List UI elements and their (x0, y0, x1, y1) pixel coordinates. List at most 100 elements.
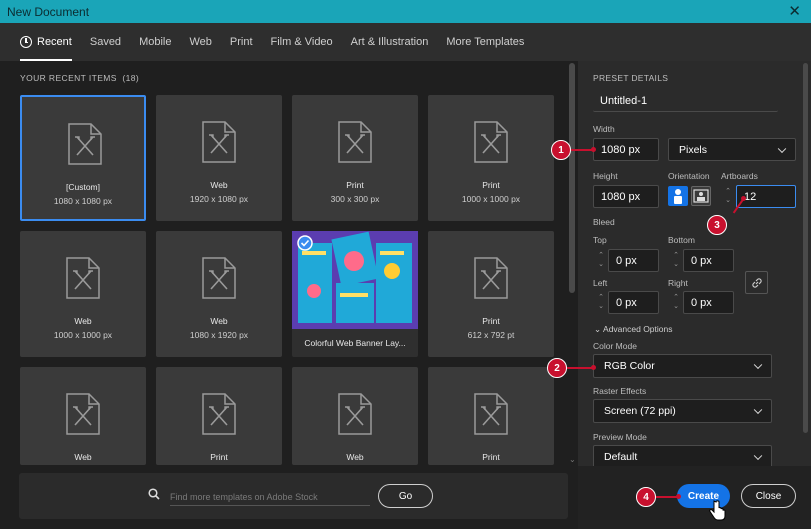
recent-item-tile[interactable]: Web (292, 367, 418, 465)
recent-item-tile[interactable]: Print (428, 367, 554, 465)
search-icon (148, 488, 160, 500)
document-name-field[interactable]: Untitled-1 (593, 90, 778, 112)
height-field[interactable]: 1080 px (593, 185, 659, 208)
document-icon (474, 393, 508, 435)
close-window-icon[interactable]: ✕ (788, 2, 801, 20)
preset-details-heading: PRESET DETAILS (593, 73, 669, 83)
chevron-down-icon: ⌄ (594, 324, 602, 334)
document-icon (68, 123, 102, 165)
preview-mode-label: Preview Mode (593, 432, 647, 442)
annotation-marker-3: 3 (707, 215, 727, 235)
category-tabs: Recent Saved Mobile Web Print Film & Vid… (0, 23, 811, 61)
go-button[interactable]: Go (378, 484, 433, 508)
close-button[interactable]: Close (741, 484, 796, 508)
recent-scrollbar[interactable] (569, 63, 575, 293)
portrait-icon (674, 189, 682, 204)
preset-scrollbar[interactable] (803, 63, 808, 433)
bleed-left-stepper[interactable]: ⌃ ⌄ (594, 293, 608, 311)
marker-3-dot (741, 196, 746, 201)
artboards-stepper[interactable]: ⌃ ⌄ (721, 187, 735, 205)
document-icon (202, 393, 236, 435)
recent-item-tile[interactable]: Web 1080 x 1920 px (156, 231, 282, 357)
recent-item-name: Print (346, 180, 364, 190)
landscape-orientation-button[interactable] (691, 186, 711, 206)
recent-item-tile[interactable]: Web 1920 x 1080 px (156, 95, 282, 221)
advanced-options-toggle[interactable]: ⌄ Advanced Options (594, 324, 673, 335)
annotation-marker-4: 4 (636, 487, 656, 507)
document-icon (338, 121, 372, 163)
tab-film-video[interactable]: Film & Video (271, 23, 333, 61)
bleed-left-label: Left (593, 278, 608, 288)
recent-item-tile[interactable]: Web (20, 367, 146, 465)
height-label: Height (593, 171, 618, 181)
recent-item-name: Print (210, 452, 228, 462)
chevron-down-icon (753, 360, 763, 370)
recent-item-name: Print (482, 180, 500, 190)
bleed-top-label: Top (593, 235, 607, 245)
bleed-top-stepper[interactable]: ⌃ ⌄ (594, 251, 608, 269)
recent-item-tile[interactable]: [Custom] 1080 x 1080 px (20, 95, 146, 221)
tab-mobile[interactable]: Mobile (139, 23, 171, 61)
template-search-input[interactable] (170, 488, 370, 506)
unit-dropdown[interactable]: Pixels (668, 138, 796, 161)
chevron-down-icon (753, 451, 763, 461)
recent-item-size: 1000 x 1000 px (461, 194, 521, 204)
tab-more-templates[interactable]: More Templates (446, 23, 524, 61)
annotation-marker-2: 2 (547, 358, 567, 378)
recent-item-tile[interactable]: Print 300 x 300 px (292, 95, 418, 221)
bleed-bottom-field[interactable]: 0 px (683, 249, 734, 272)
bleed-right-stepper[interactable]: ⌃ ⌄ (669, 293, 683, 311)
recent-item-size: 1080 x 1080 px (53, 196, 113, 206)
recent-item-size: 1000 x 1000 px (53, 330, 113, 340)
tab-saved[interactable]: Saved (90, 23, 121, 61)
tab-recent[interactable]: Recent (20, 23, 72, 61)
recent-item-tile[interactable]: Print 1000 x 1000 px (428, 95, 554, 221)
marker-2-dot (591, 364, 596, 370)
marker-4-dot (676, 493, 681, 499)
document-icon (474, 121, 508, 163)
bleed-left-field[interactable]: 0 px (608, 291, 659, 314)
recent-item-size: 612 x 792 pt (467, 330, 515, 340)
link-bleed-button[interactable] (745, 271, 768, 294)
recent-item-name: Web (210, 180, 228, 190)
scroll-down-icon[interactable]: ⌄ (569, 455, 576, 464)
tab-print[interactable]: Print (230, 23, 253, 61)
recent-item-tile[interactable]: Print 612 x 792 pt (428, 231, 554, 357)
chevron-down-icon (777, 144, 787, 153)
document-icon (202, 121, 236, 163)
bleed-label: Bleed (593, 217, 615, 227)
artboards-label: Artboards (721, 171, 758, 181)
landscape-icon (693, 189, 709, 203)
recent-item-name: [Custom] (65, 182, 100, 192)
document-icon (474, 257, 508, 299)
recent-item-tile[interactable]: Colorful Web Banner Lay... (292, 231, 418, 357)
link-icon (751, 277, 762, 288)
raster-effects-label: Raster Effects (593, 386, 647, 396)
document-icon (202, 257, 236, 299)
recent-item-tile[interactable]: Print (156, 367, 282, 465)
template-thumbnail (292, 231, 418, 329)
portrait-orientation-button[interactable] (668, 186, 688, 206)
bleed-bottom-stepper[interactable]: ⌃ ⌄ (669, 251, 683, 269)
raster-effects-dropdown[interactable]: Screen (72 ppi) (593, 399, 772, 423)
bleed-top-field[interactable]: 0 px (608, 249, 659, 272)
title-bar: New Document ✕ (0, 0, 811, 23)
recent-item-tile[interactable]: Web 1000 x 1000 px (20, 231, 146, 357)
recent-item-name: Web (346, 452, 364, 462)
chevron-down-icon (753, 405, 763, 415)
document-icon (66, 257, 100, 299)
bleed-right-field[interactable]: 0 px (683, 291, 734, 314)
recent-item-size: 1080 x 1920 px (189, 330, 249, 340)
color-mode-dropdown[interactable]: RGB Color (593, 354, 772, 378)
recent-items-heading: YOUR RECENT ITEMS (18) (20, 73, 140, 83)
tab-web[interactable]: Web (189, 23, 211, 61)
recent-item-name: Print (482, 452, 500, 462)
tab-art-illustration[interactable]: Art & Illustration (351, 23, 429, 61)
document-icon (338, 393, 372, 435)
document-icon (66, 393, 100, 435)
annotation-marker-1: 1 (551, 140, 571, 160)
orientation-label: Orientation (668, 171, 710, 181)
width-field[interactable]: 1080 px (593, 138, 659, 161)
recent-item-size: 1920 x 1080 px (189, 194, 249, 204)
width-label: Width (593, 124, 615, 134)
